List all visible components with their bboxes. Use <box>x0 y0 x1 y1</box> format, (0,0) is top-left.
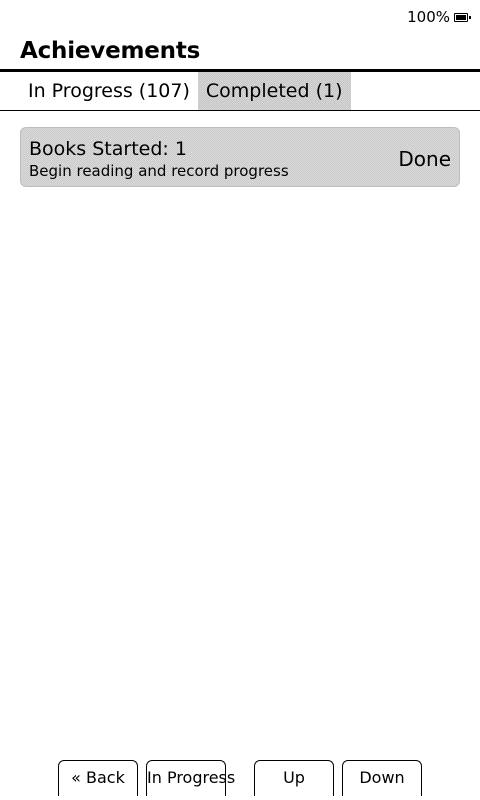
achievement-description: Begin reading and record progress <box>29 162 289 180</box>
page-title: Achievements <box>20 38 201 64</box>
status-bar: 100% <box>407 8 471 26</box>
footer-nav: « Back In Progress Up Down <box>0 760 480 800</box>
achievement-list: Books Started: 1 Begin reading and recor… <box>20 127 460 187</box>
tabs-divider <box>0 110 480 111</box>
tab-completed[interactable]: Completed (1) <box>198 72 351 110</box>
achievement-title: Books Started: 1 <box>29 138 187 160</box>
achievement-status: Done <box>398 147 451 171</box>
battery-percent: 100% <box>407 8 450 26</box>
achievements-screen: 100% Achievements In Progress (107) Comp… <box>0 0 480 800</box>
achievement-item[interactable]: Books Started: 1 Begin reading and recor… <box>20 127 460 187</box>
in-progress-button[interactable]: In Progress <box>146 760 235 796</box>
battery-charging-icon <box>454 13 471 22</box>
up-button[interactable]: Up <box>254 760 334 796</box>
down-button[interactable]: Down <box>342 760 422 796</box>
tab-bar: In Progress (107) Completed (1) <box>20 72 351 110</box>
tab-in-progress[interactable]: In Progress (107) <box>20 72 198 110</box>
back-button[interactable]: « Back <box>58 760 138 796</box>
